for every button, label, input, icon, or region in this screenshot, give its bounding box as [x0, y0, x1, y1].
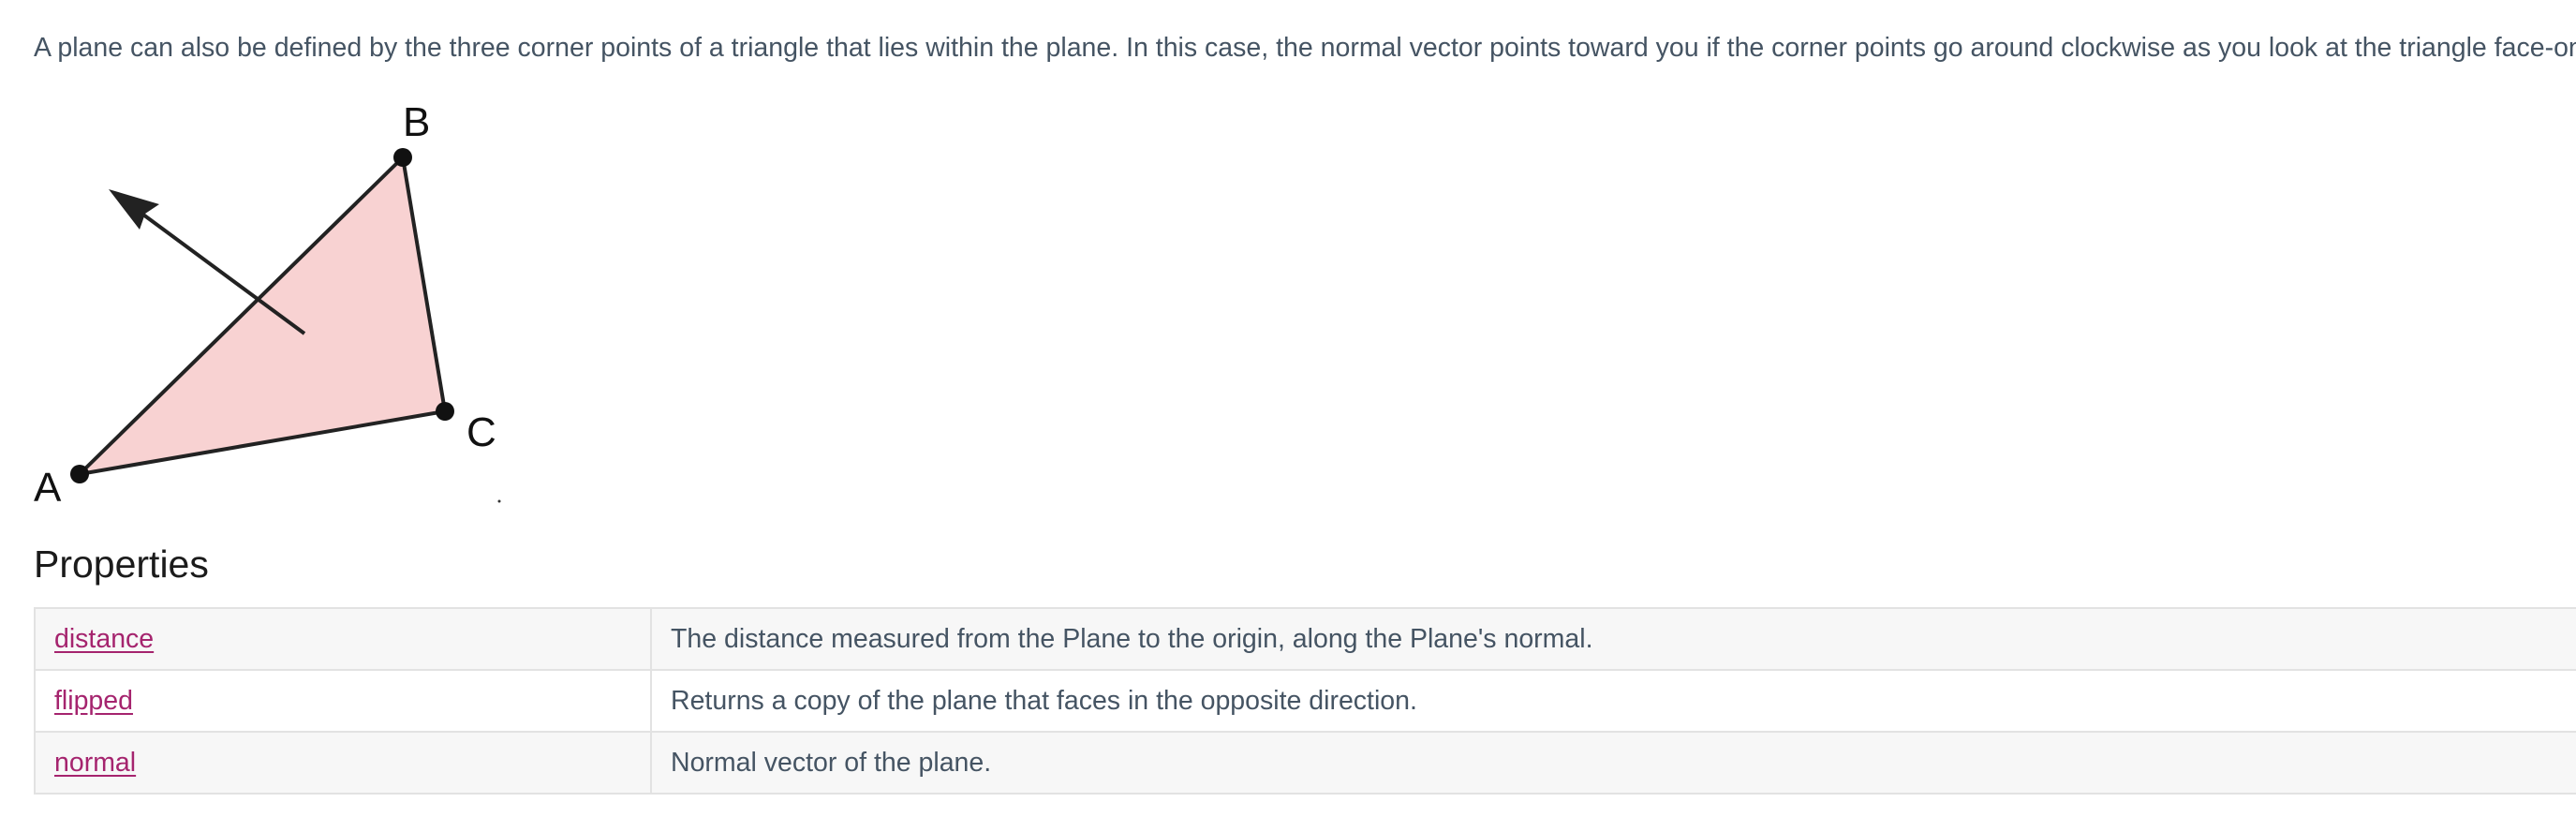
property-link-flipped[interactable]: flipped	[54, 686, 133, 716]
label-b: B	[403, 99, 430, 145]
property-name-cell: flipped	[34, 669, 652, 733]
property-description: Normal vector of the plane.	[650, 731, 2576, 795]
property-description: The distance measured from the Plane to …	[650, 607, 2576, 671]
stray-dot	[497, 499, 501, 503]
label-c: C	[466, 409, 496, 455]
intro-paragraph: A plane can also be defined by the three…	[34, 33, 2576, 63]
point-b	[393, 148, 412, 167]
property-link-distance[interactable]: distance	[54, 624, 154, 654]
normal-vector-arrowhead	[109, 189, 159, 230]
table-row: normal Normal vector of the plane.	[34, 731, 2576, 795]
table-row: distance The distance measured from the …	[34, 607, 2576, 671]
table-row: flipped Returns a copy of the plane that…	[34, 669, 2576, 733]
properties-table: distance The distance measured from the …	[34, 607, 2576, 795]
plane-triangle-diagram: A B C	[0, 94, 525, 515]
point-c	[436, 402, 454, 421]
normal-vector-line	[127, 202, 306, 335]
property-name-cell: distance	[34, 607, 652, 671]
property-link-normal[interactable]: normal	[54, 748, 136, 778]
property-description: Returns a copy of the plane that faces i…	[650, 669, 2576, 733]
property-name-cell: normal	[34, 731, 652, 795]
properties-heading: Properties	[34, 542, 209, 586]
point-a	[70, 465, 89, 483]
label-a: A	[34, 465, 62, 511]
